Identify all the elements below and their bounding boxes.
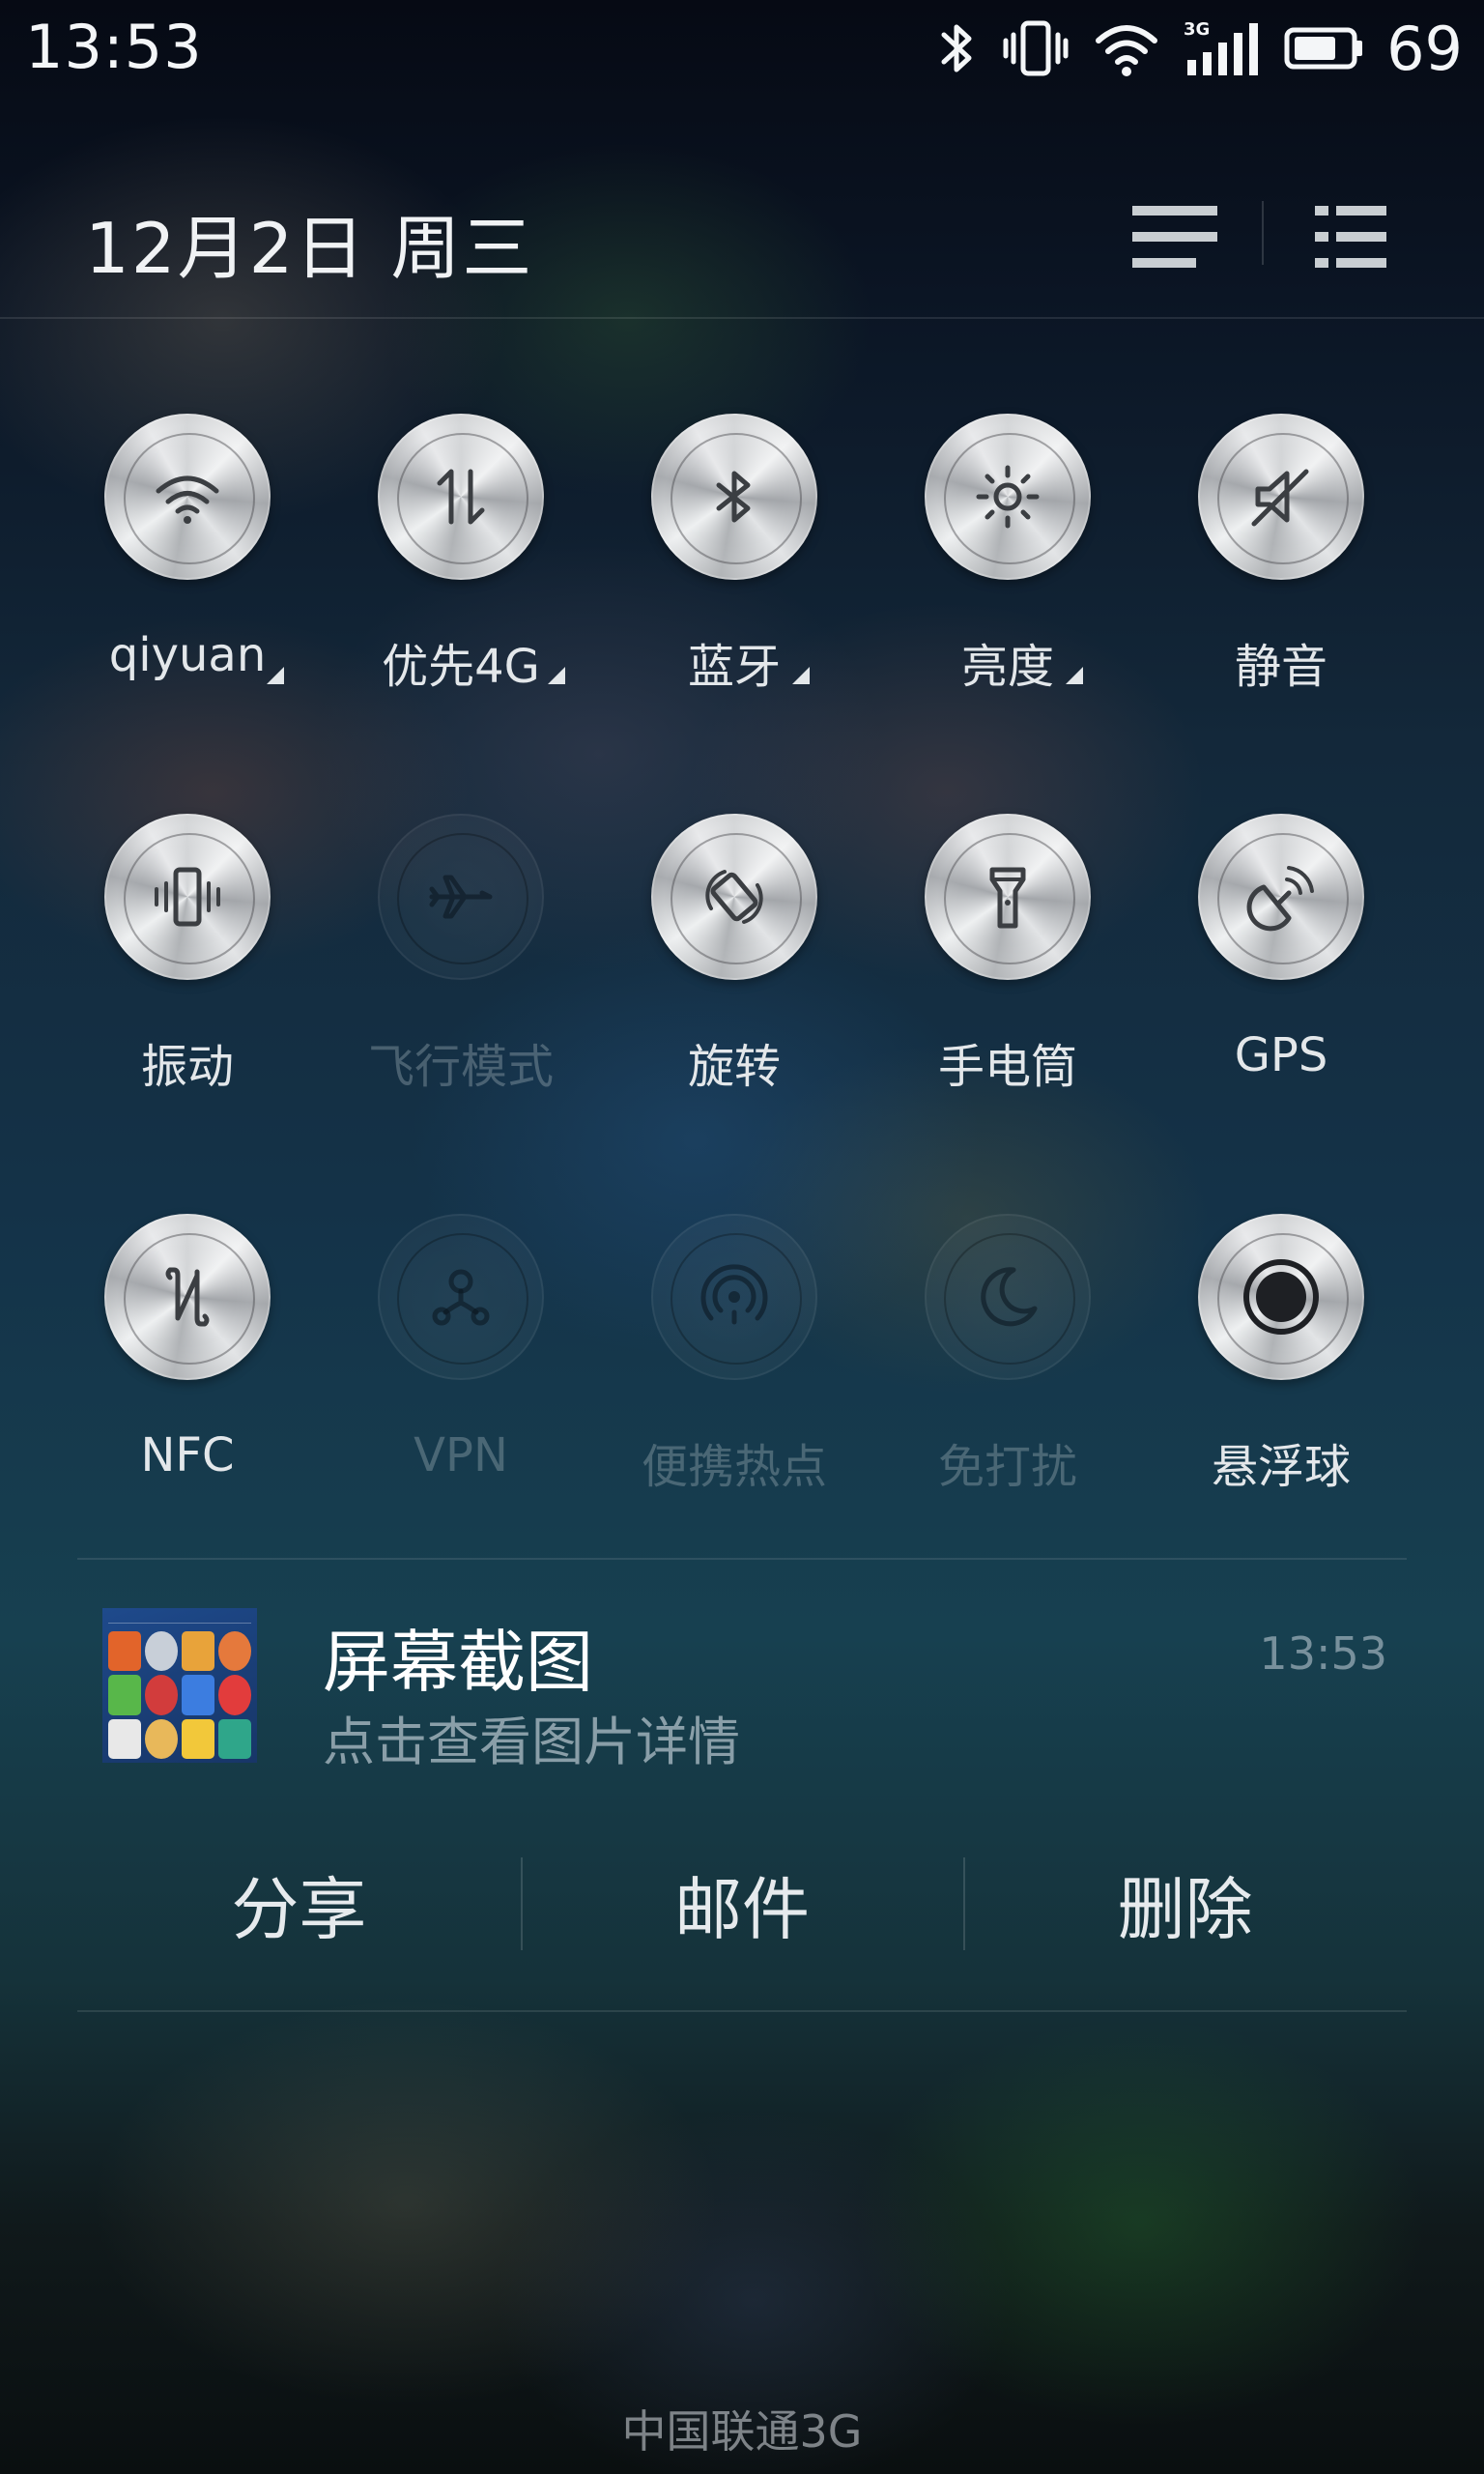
date-text: 12月2日 周三 bbox=[85, 208, 534, 289]
toggle-rotate[interactable]: 旋转 bbox=[613, 814, 854, 1162]
toggle-label: NFC bbox=[140, 1428, 235, 1482]
signal-3g-icon: 3G bbox=[1184, 17, 1259, 79]
toggle-flashlight[interactable]: 手电筒 bbox=[886, 814, 1127, 1162]
vibrate-icon bbox=[1002, 17, 1070, 79]
notification-list-icon bbox=[1132, 206, 1217, 268]
toggle-vpn[interactable]: VPN bbox=[339, 1214, 581, 1562]
vibrate-icon bbox=[155, 867, 220, 927]
settings-list-button[interactable] bbox=[1302, 193, 1399, 280]
bluetooth-icon bbox=[938, 17, 977, 79]
moon-icon bbox=[981, 1267, 1038, 1327]
toggle-wifi[interactable]: qiyuan bbox=[66, 414, 307, 762]
toggle-label: 优先4G bbox=[382, 640, 540, 694]
expand-corner-icon bbox=[548, 667, 565, 684]
hotspot-icon bbox=[700, 1264, 768, 1325]
screenshot-notification[interactable]: 屏幕截图 点击查看图片详情 13:53 分享 邮件 删除 bbox=[77, 1560, 1407, 2014]
notification-time: 13:53 bbox=[1259, 1627, 1387, 1680]
carrier-label: 中国联通3G bbox=[621, 2405, 863, 2458]
battery-icon bbox=[1284, 25, 1365, 72]
toggle-label: 悬浮球 bbox=[1211, 1440, 1351, 1494]
notification-subtitle: 点击查看图片详情 bbox=[323, 1712, 740, 1772]
toggle-label: 飞行模式 bbox=[367, 1040, 554, 1094]
toggle-hotspot[interactable]: 便携热点 bbox=[613, 1214, 854, 1562]
mobile-data-icon bbox=[437, 469, 485, 525]
toggle-label: 手电筒 bbox=[937, 1040, 1077, 1094]
status-bar: 13:53 3G 69 bbox=[0, 0, 1484, 97]
floating-ball-icon bbox=[1243, 1259, 1319, 1335]
toggle-do-not-disturb[interactable]: 免打扰 bbox=[886, 1214, 1127, 1562]
expand-corner-icon bbox=[267, 667, 284, 684]
expand-corner-icon bbox=[1066, 667, 1083, 684]
rotate-icon bbox=[705, 870, 763, 924]
toggle-mobile-data[interactable]: 优先4G bbox=[339, 414, 581, 762]
notification-divider-bottom bbox=[77, 2010, 1407, 2012]
toggle-nfc[interactable]: NFC bbox=[66, 1214, 307, 1562]
vpn-icon bbox=[432, 1269, 490, 1326]
expand-corner-icon bbox=[792, 667, 810, 684]
toggle-label: 旋转 bbox=[687, 1040, 781, 1094]
wifi-icon bbox=[1095, 19, 1158, 77]
notification-title: 屏幕截图 bbox=[323, 1623, 593, 1702]
notification-actions: 分享 邮件 删除 bbox=[77, 1850, 1407, 1958]
mute-icon bbox=[1251, 469, 1309, 527]
status-icons: 3G 69 bbox=[938, 12, 1463, 85]
wifi-icon bbox=[156, 475, 219, 524]
toggle-label: VPN bbox=[414, 1428, 508, 1482]
delete-button[interactable]: 删除 bbox=[963, 1850, 1407, 1958]
toggle-vibrate[interactable]: 振动 bbox=[66, 814, 307, 1162]
toggle-label: 免打扰 bbox=[937, 1440, 1077, 1494]
toggle-bluetooth[interactable]: 蓝牙 bbox=[613, 414, 854, 762]
notification-list-button[interactable] bbox=[1127, 193, 1223, 280]
toggle-mute[interactable]: 静音 bbox=[1159, 414, 1401, 762]
toggle-airplane[interactable]: 飞行模式 bbox=[339, 814, 581, 1162]
toggle-label: GPS bbox=[1234, 1028, 1328, 1082]
brightness-icon bbox=[976, 465, 1040, 529]
header-divider bbox=[1262, 201, 1264, 265]
network-type-badge: 3G bbox=[1184, 19, 1210, 40]
toggle-label: 静音 bbox=[1234, 640, 1327, 694]
toggle-brightness[interactable]: 亮度 bbox=[886, 414, 1127, 762]
bluetooth-icon bbox=[716, 471, 751, 523]
airplane-icon bbox=[429, 875, 493, 919]
notification-header: 12月2日 周三 bbox=[0, 155, 1484, 319]
toggle-gps[interactable]: GPS bbox=[1159, 814, 1401, 1162]
toggle-label: 便携热点 bbox=[641, 1440, 827, 1494]
email-button[interactable]: 邮件 bbox=[520, 1850, 964, 1958]
battery-level: 69 bbox=[1386, 13, 1463, 84]
toggle-floating-ball[interactable]: 悬浮球 bbox=[1159, 1214, 1401, 1562]
toggle-label: 亮度 bbox=[960, 640, 1054, 694]
screenshot-thumbnail bbox=[102, 1608, 257, 1763]
nfc-icon bbox=[165, 1267, 210, 1327]
toggle-label: 振动 bbox=[140, 1040, 234, 1094]
gps-icon bbox=[1246, 866, 1314, 932]
share-button[interactable]: 分享 bbox=[77, 1850, 521, 1958]
toggle-label: 蓝牙 bbox=[687, 640, 781, 694]
status-time: 13:53 bbox=[25, 12, 203, 82]
flashlight-icon bbox=[989, 867, 1026, 929]
settings-list-icon bbox=[1315, 206, 1386, 268]
